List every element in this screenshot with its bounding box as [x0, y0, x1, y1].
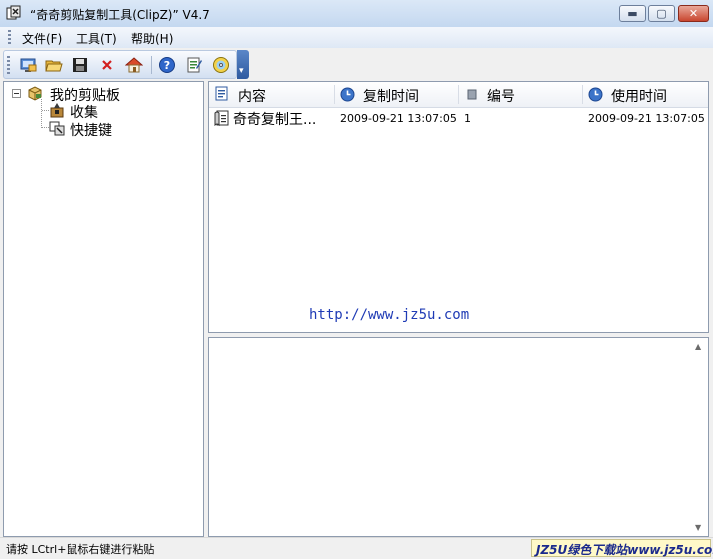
home-button[interactable] — [124, 55, 144, 75]
svg-text:?: ? — [164, 59, 170, 72]
tree-item-shortcuts[interactable]: 快捷键 — [4, 119, 203, 139]
save-disk-icon — [73, 58, 87, 72]
clipboard-box-icon — [28, 86, 42, 101]
clock-icon — [588, 87, 603, 102]
tree-item-collection[interactable]: 收集 — [4, 101, 203, 121]
app-window: “奇奇剪贴复制工具(ClipZ)” V4.7 ▬ ▢ ✕ 文件(F) 工具(T)… — [0, 0, 713, 559]
clipboard-tree[interactable]: 我的剪贴板 收集 快捷键 — [3, 81, 204, 537]
tree-collapse-toggle[interactable] — [12, 89, 21, 98]
save-button[interactable] — [70, 55, 90, 75]
tree-item-label: 快捷键 — [70, 123, 112, 139]
shortcut-keys-icon — [49, 121, 65, 136]
vertical-scrollbar[interactable]: ▲ ▼ — [692, 338, 708, 536]
scroll-down-icon[interactable]: ▼ — [695, 523, 701, 532]
home-icon — [125, 57, 143, 73]
column-label: 复制时间 — [363, 89, 419, 105]
tree-item-my-clipboard[interactable]: 我的剪贴板 — [4, 84, 203, 104]
preview-text-area[interactable]: ▲ ▼ — [208, 337, 709, 537]
window-title: “奇奇剪贴复制工具(ClipZ)” V4.7 — [30, 8, 210, 22]
help-button[interactable]: ? — [157, 55, 177, 75]
collapse-minus-icon — [14, 93, 19, 94]
new-clip-button[interactable] — [18, 55, 38, 75]
cell-content: 奇奇复制王... — [233, 112, 317, 128]
collection-box-icon — [50, 103, 64, 118]
clip-list[interactable]: 内容 复制时间 编号 使用时间 奇奇复制王... 2009-09-21 13:0… — [208, 81, 709, 333]
list-header: 内容 复制时间 编号 使用时间 — [209, 82, 708, 108]
maximize-icon: ▢ — [656, 7, 667, 20]
edit-document-icon — [187, 57, 202, 73]
help-icon: ? — [159, 57, 175, 73]
toolbar-overflow-button[interactable]: ▾ — [237, 50, 249, 79]
edit-button[interactable] — [184, 55, 204, 75]
clock-icon — [340, 87, 355, 102]
open-button[interactable] — [44, 55, 64, 75]
status-hint: 请按 LCtrl+鼠标右键进行粘贴 — [6, 543, 155, 556]
status-brand-banner: JZ5U绿色下载站www.jz5u.com — [531, 539, 713, 557]
scroll-up-icon[interactable]: ▲ — [695, 342, 701, 351]
column-label: 使用时间 — [611, 89, 667, 105]
cell-copy-time: 2009-09-21 13:07:05 — [340, 112, 457, 125]
menu-bar: 文件(F) 工具(T) 帮助(H) — [0, 27, 713, 48]
toolbar-grip-handle[interactable] — [7, 56, 10, 74]
menu-grip-handle[interactable] — [8, 30, 11, 45]
title-bar[interactable]: “奇奇剪贴复制工具(ClipZ)” V4.7 ▬ ▢ ✕ — [0, 0, 713, 27]
menu-file[interactable]: 文件(F) — [22, 30, 62, 47]
open-folder-icon — [45, 60, 63, 72]
close-icon: ✕ — [688, 7, 699, 20]
close-button[interactable]: ✕ — [678, 5, 709, 22]
document-icon — [215, 86, 228, 101]
minimize-button[interactable]: ▬ — [619, 5, 646, 22]
menu-tools[interactable]: 工具(T) — [76, 30, 117, 47]
monitor-icon — [20, 58, 37, 72]
column-copy-time[interactable]: 复制时间 — [335, 82, 458, 107]
cell-number: 1 — [464, 112, 471, 125]
maximize-button[interactable]: ▢ — [648, 5, 675, 22]
toolbar-separator — [151, 56, 152, 74]
column-use-time[interactable]: 使用时间 — [583, 82, 708, 107]
minimize-icon: ▬ — [627, 7, 638, 20]
number-tag-icon — [467, 89, 477, 100]
status-bar: 请按 LCtrl+鼠标右键进行粘贴 JZ5U绿色下载站www.jz5u.com — [0, 537, 713, 559]
chevron-down-icon: ▾ — [239, 66, 244, 76]
column-number[interactable]: 编号 — [459, 82, 582, 107]
app-logo-icon — [6, 5, 21, 20]
column-label: 内容 — [238, 89, 266, 105]
column-label: 编号 — [487, 89, 515, 105]
column-content[interactable]: 内容 — [209, 82, 334, 107]
scroll-note-icon — [214, 110, 229, 126]
toolbar: ? — [0, 48, 713, 81]
brand-label: JZ5U绿色下载站www.jz5u.com — [536, 543, 713, 557]
menu-help[interactable]: 帮助(H) — [131, 30, 173, 47]
disc-button[interactable] — [211, 55, 231, 75]
cell-use-time: 2009-09-21 13:07:05 — [588, 112, 705, 125]
watermark-url: http://www.jz5u.com — [309, 307, 470, 323]
disc-icon — [213, 57, 229, 73]
delete-button[interactable] — [97, 55, 117, 75]
delete-x-icon — [102, 60, 112, 70]
